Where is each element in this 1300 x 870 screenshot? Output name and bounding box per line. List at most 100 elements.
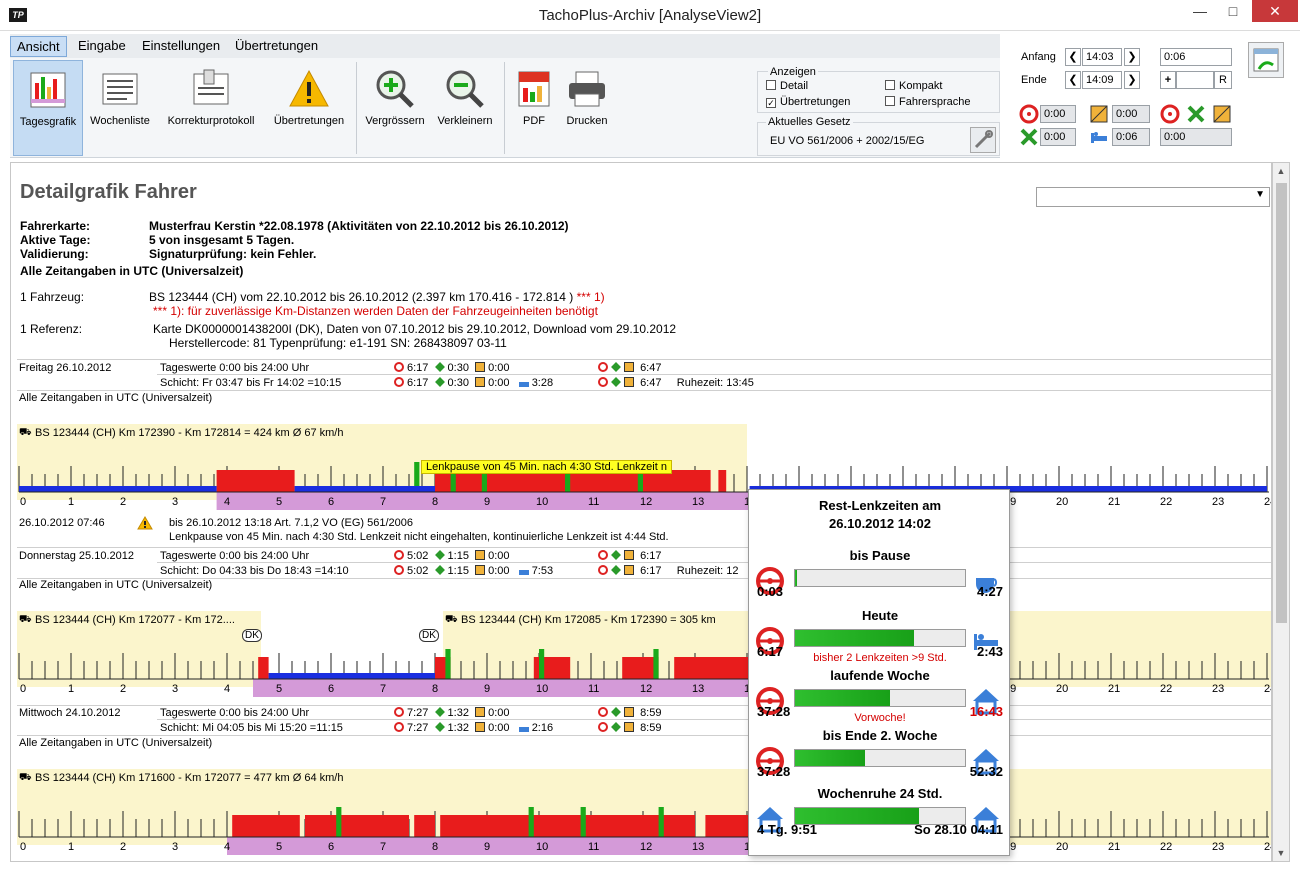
- maximize-button[interactable]: □: [1218, 0, 1248, 22]
- reset-button[interactable]: R: [1214, 71, 1232, 89]
- uebertretungen-button[interactable]: Übertretungen: [266, 60, 352, 156]
- fahrersprache-checkbox[interactable]: Fahrersprache: [885, 96, 971, 108]
- progress-fill: [795, 570, 797, 586]
- report-select[interactable]: ▼: [1036, 187, 1270, 207]
- aktive-tage-value: 5 von insgesamt 5 Tagen.: [149, 233, 295, 247]
- anfang-input[interactable]: 14:03: [1082, 48, 1122, 66]
- detail-checkbox[interactable]: Detail: [766, 80, 808, 92]
- steering-wheel-icon: [1160, 104, 1180, 124]
- rest-bar: [268, 673, 435, 679]
- offset-input[interactable]: [1176, 71, 1214, 89]
- scroll-up-icon[interactable]: ▲: [1273, 163, 1289, 179]
- hour-label: 11: [588, 683, 599, 695]
- work-bar: [445, 649, 451, 679]
- chevron-down-icon: ▼: [1255, 189, 1265, 200]
- uebertretungen-checkbox[interactable]: ✓ Übertretungen: [766, 96, 850, 108]
- work-tools-icon: [611, 550, 621, 560]
- progress-bar: [794, 629, 966, 647]
- anfang-prev-button[interactable]: ❮: [1065, 48, 1081, 66]
- menu-einstellungen[interactable]: Einstellungen: [136, 36, 226, 57]
- availability-icon: [475, 362, 486, 372]
- zoom-out-icon: [446, 70, 484, 108]
- vertical-scrollbar[interactable]: ▲ ▼: [1272, 162, 1290, 862]
- day-total: 6:47: [598, 362, 661, 374]
- window-title: TachoPlus-Archiv [AnalyseView2]: [538, 7, 762, 24]
- hour-label: 20: [1056, 841, 1068, 853]
- kompakt-checkbox[interactable]: Kompakt: [885, 80, 942, 92]
- hour-label: 1: [68, 841, 74, 853]
- ende-prev-button[interactable]: ❮: [1065, 71, 1081, 89]
- hour-label: 6: [328, 841, 334, 853]
- divider: [17, 390, 1271, 391]
- day-row1: Tageswerte 0:00 bis 24:00 Uhr: [160, 362, 310, 374]
- work-tools-icon: [434, 362, 445, 372]
- tools-settings-icon[interactable]: [970, 127, 996, 153]
- divider: [17, 547, 1271, 548]
- vergroessern-button[interactable]: Vergrössern: [361, 60, 429, 156]
- checkbox-checked-icon: ✓: [766, 98, 776, 108]
- calendar-refresh-button[interactable]: [1248, 42, 1284, 78]
- hour-label: 11: [588, 841, 599, 853]
- day-date: Mittwoch 24.10.2012: [19, 707, 121, 719]
- steering-wheel-icon: [598, 565, 608, 575]
- work-tools-icon: [434, 377, 445, 387]
- divider: [157, 374, 1271, 375]
- menu-eingabe[interactable]: Eingabe: [72, 36, 132, 57]
- progress-bar: [794, 689, 966, 707]
- divider: [17, 735, 1271, 736]
- drive-value: 0:00: [1040, 105, 1076, 123]
- anfang-next-button[interactable]: ❯: [1124, 48, 1140, 66]
- right-value: 4:27: [976, 584, 1003, 599]
- validierung-value: Signaturprüfung: kein Fehler.: [149, 247, 317, 261]
- menu-ansicht[interactable]: Ansicht: [10, 36, 67, 57]
- hour-label: 21: [1108, 496, 1120, 508]
- fahrzeug-note: *** 1): für zuverlässige Km-Distanzen we…: [153, 304, 598, 318]
- availability-icon: [624, 362, 634, 372]
- zoom-in-icon: [376, 70, 414, 108]
- hour-label: 23: [1212, 496, 1224, 508]
- day-values: 6:17 0:30 0:00: [394, 362, 510, 374]
- day-row2: Schicht: Do 04:33 bis Do 18:43 =14:10: [160, 565, 349, 577]
- scroll-down-icon[interactable]: ▼: [1273, 845, 1289, 861]
- verkleinern-button[interactable]: Verkleinern: [433, 60, 497, 156]
- ende-next-button[interactable]: ❯: [1124, 71, 1140, 89]
- rest-bar: [19, 486, 217, 492]
- hour-label: 10: [536, 683, 548, 695]
- ende-input[interactable]: 14:09: [1082, 71, 1122, 89]
- close-button[interactable]: ✕: [1252, 0, 1298, 22]
- drucken-button[interactable]: Drucken: [563, 60, 611, 156]
- fahrzeug-label: 1 Fahrzeug:: [20, 290, 85, 304]
- work-period-band: [227, 837, 763, 855]
- scroll-thumb[interactable]: [1276, 183, 1287, 623]
- availability-icon: [1213, 105, 1231, 123]
- steering-wheel-icon: [394, 550, 404, 560]
- checkbox-box: [885, 80, 895, 90]
- hour-label: 23: [1212, 841, 1224, 853]
- calendar-icon: [1253, 48, 1279, 72]
- wochenliste-button[interactable]: Wochenliste: [84, 60, 156, 156]
- work-bar: [653, 649, 659, 679]
- timeline-chart: 0123456789101112131415161718192021222324: [18, 807, 1271, 855]
- minimize-button[interactable]: —: [1185, 0, 1215, 22]
- tagesgrafik-button[interactable]: Tagesgrafik: [13, 60, 83, 156]
- duration-field[interactable]: 0:06: [1160, 48, 1232, 66]
- shift-total: 6:17 Ruhezeit: 12: [598, 565, 739, 577]
- availability-icon: [475, 377, 486, 387]
- korrekturprotokoll-button[interactable]: Korrekturprotokoll: [158, 60, 264, 156]
- shift-values: 5:02 1:15 0:00 7:53: [394, 565, 553, 577]
- work-tools-icon: [434, 550, 445, 560]
- left-value: 37:28: [757, 764, 791, 779]
- work-tools-icon: [611, 362, 621, 372]
- page-title: Detailgrafik Fahrer: [20, 181, 197, 203]
- plus-button[interactable]: +: [1160, 71, 1176, 89]
- pdf-button[interactable]: PDF: [510, 60, 558, 156]
- left-value: 4 Tg. 9:51: [757, 822, 817, 837]
- day-utc-note: Alle Zeitangaben in UTC (Universalzeit): [19, 392, 213, 404]
- work-tools-icon: [611, 722, 621, 732]
- hour-label: 2: [120, 683, 126, 695]
- day-total: 6:17: [598, 550, 661, 562]
- day-utc-note: Alle Zeitangaben in UTC (Universalzeit): [19, 579, 213, 591]
- work-tools-icon: [611, 707, 621, 717]
- menu-uebertretungen[interactable]: Übertretungen: [229, 36, 324, 57]
- hour-label: 12: [640, 683, 652, 695]
